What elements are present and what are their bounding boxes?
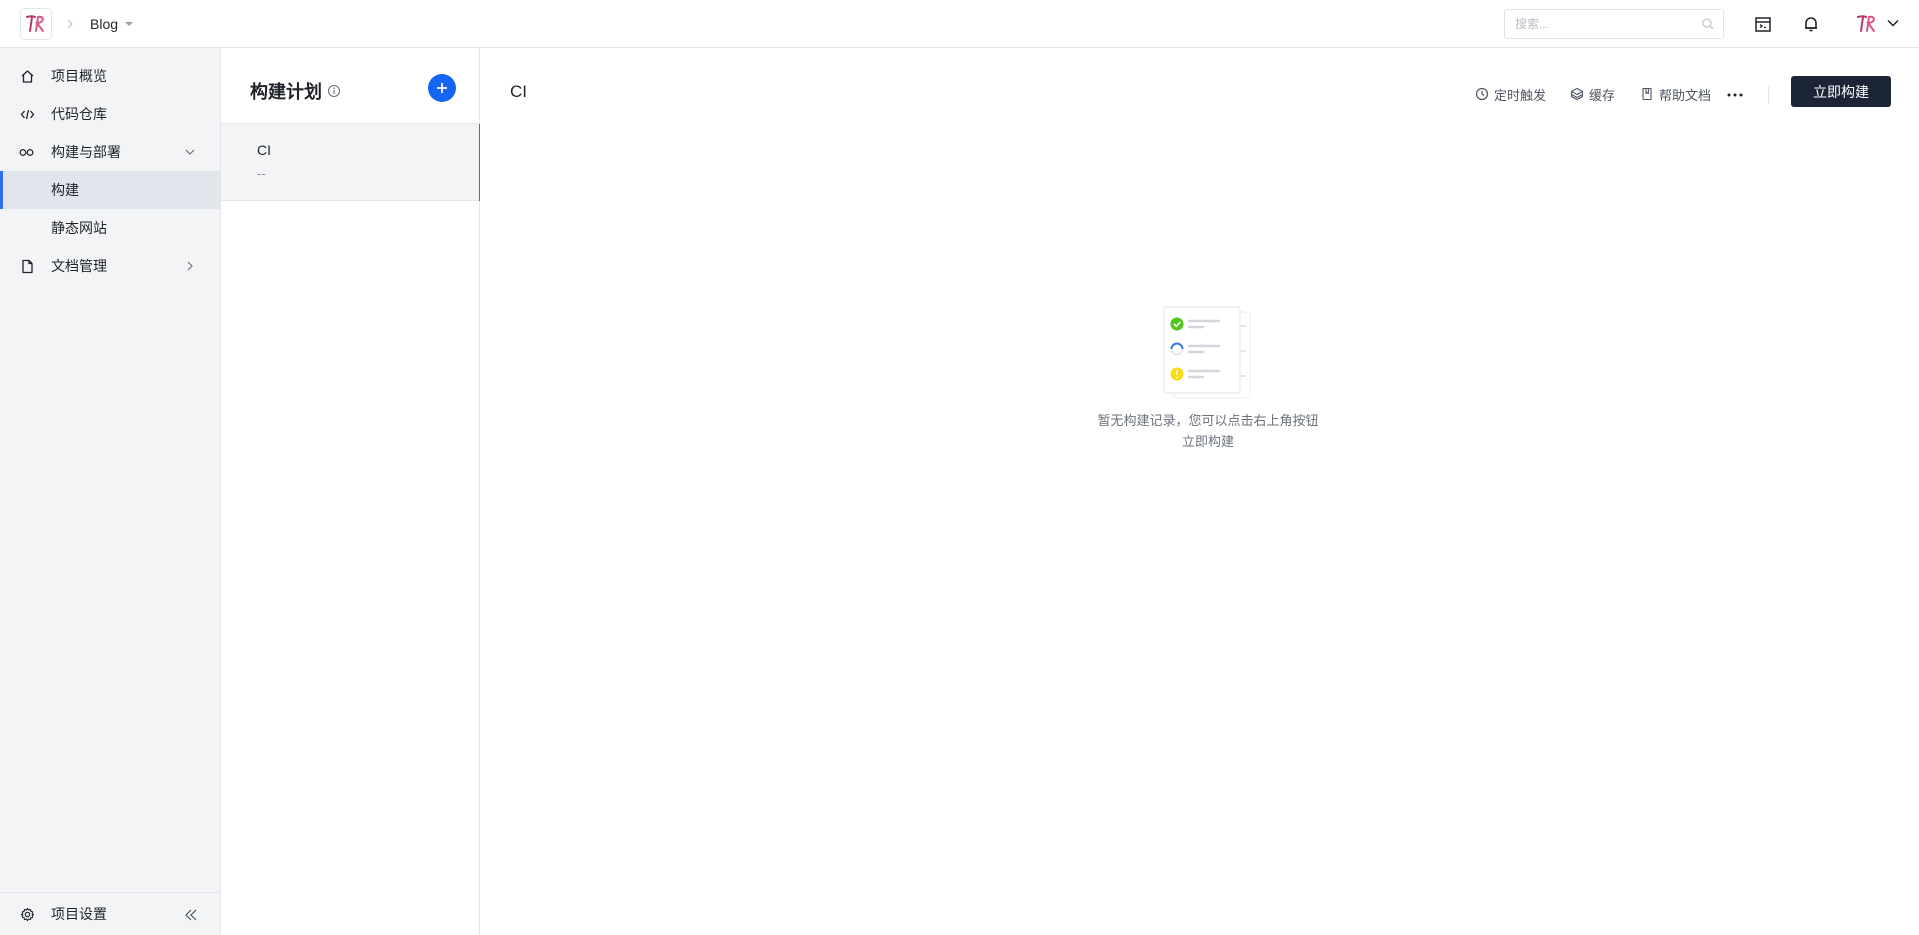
help-docs-button[interactable]: 帮助文档: [1640, 84, 1711, 104]
sidebar-item-docs[interactable]: 文档管理: [0, 247, 220, 285]
breadcrumb-separator-icon: [64, 16, 76, 32]
gear-icon: [20, 907, 35, 922]
sidebar-item-label: 项目设置: [51, 906, 107, 922]
sidebar-item-label: 静态网站: [51, 220, 107, 236]
build-now-button[interactable]: 立即构建: [1791, 76, 1891, 107]
caret-down-icon: [125, 22, 134, 26]
calendar-icon[interactable]: [1751, 12, 1775, 36]
plan-subtitle: --: [257, 166, 266, 181]
cache-label: 缓存: [1589, 87, 1616, 103]
chevron-down-icon[interactable]: [1886, 16, 1900, 30]
document-icon: [20, 259, 35, 274]
top-bar: Blog: [0, 0, 1919, 48]
info-icon[interactable]: [327, 84, 341, 98]
sidebar-item-label: 构建: [51, 182, 79, 198]
toolbar-divider: [1768, 86, 1769, 104]
book-icon: [1642, 87, 1652, 101]
sidebar-item-label: 项目概览: [51, 68, 107, 84]
sidebar-item-static-site[interactable]: 静态网站: [0, 209, 220, 247]
sidebar-item-overview[interactable]: 项目概览: [0, 57, 220, 95]
schedule-trigger-label: 定时触发: [1494, 87, 1547, 103]
user-avatar[interactable]: [1852, 9, 1882, 39]
sidebar-item-label: 构建与部署: [51, 144, 121, 160]
layers-icon: [1570, 87, 1584, 101]
empty-state-line-2: 立即构建: [1181, 434, 1234, 449]
search-icon[interactable]: [1701, 17, 1715, 31]
clock-icon: [1475, 87, 1489, 101]
plan-list-item[interactable]: CI --: [221, 123, 481, 201]
sidebar-item-repository[interactable]: 代码仓库: [0, 95, 220, 133]
sidebar-item-label: 代码仓库: [51, 106, 107, 122]
sidebar-item-build-deploy[interactable]: 构建与部署: [0, 133, 220, 171]
build-plans-panel: 构建计划 CI --: [221, 48, 481, 935]
plus-icon: [437, 83, 447, 93]
empty-state-illustration-icon: [1163, 306, 1251, 399]
chevron-down-icon: [185, 149, 195, 155]
sidebar-footer: 项目设置: [0, 892, 220, 935]
chevron-right-icon: [187, 261, 193, 271]
search-box: [1504, 9, 1724, 39]
cache-button[interactable]: 缓存: [1570, 84, 1615, 104]
plan-name: CI: [257, 142, 271, 158]
project-switcher[interactable]: Blog: [90, 14, 134, 34]
collapse-sidebar-icon[interactable]: [184, 908, 198, 922]
sidebar-item-label: 文档管理: [51, 258, 107, 274]
plans-header: 构建计划: [250, 78, 341, 104]
code-icon: [20, 107, 35, 122]
project-logo[interactable]: [20, 8, 52, 40]
add-plan-button[interactable]: [428, 74, 456, 102]
avatar-logo-icon: [1857, 15, 1875, 32]
help-docs-label: 帮助文档: [1659, 87, 1712, 103]
search-input[interactable]: [1505, 10, 1695, 38]
infinity-icon: [19, 145, 34, 160]
notification-bell-icon[interactable]: [1799, 12, 1823, 36]
home-icon: [20, 69, 35, 84]
empty-state-message: 暂无构建记录，您可以点击右上角按钮 立即构建: [1078, 410, 1338, 452]
plans-title: 构建计划: [250, 82, 322, 102]
logo-icon: [26, 15, 44, 32]
schedule-trigger-button[interactable]: 定时触发: [1475, 84, 1546, 104]
empty-state-line-1: 暂无构建记录，您可以点击右上角按钮: [1097, 413, 1319, 428]
page-title: CI: [510, 82, 527, 101]
project-name: Blog: [90, 16, 119, 32]
sidebar-item-build[interactable]: 构建: [0, 171, 220, 209]
main-content: CI 定时触发 缓存 帮助文档 立即构建 暂无构建记录，您可以点击右上角按钮 立…: [480, 48, 1919, 935]
sidebar: 项目概览 代码仓库 构建与部署 构建 静态网站 文档管理 项目设置: [0, 48, 221, 935]
more-options-icon[interactable]: [1725, 85, 1745, 105]
